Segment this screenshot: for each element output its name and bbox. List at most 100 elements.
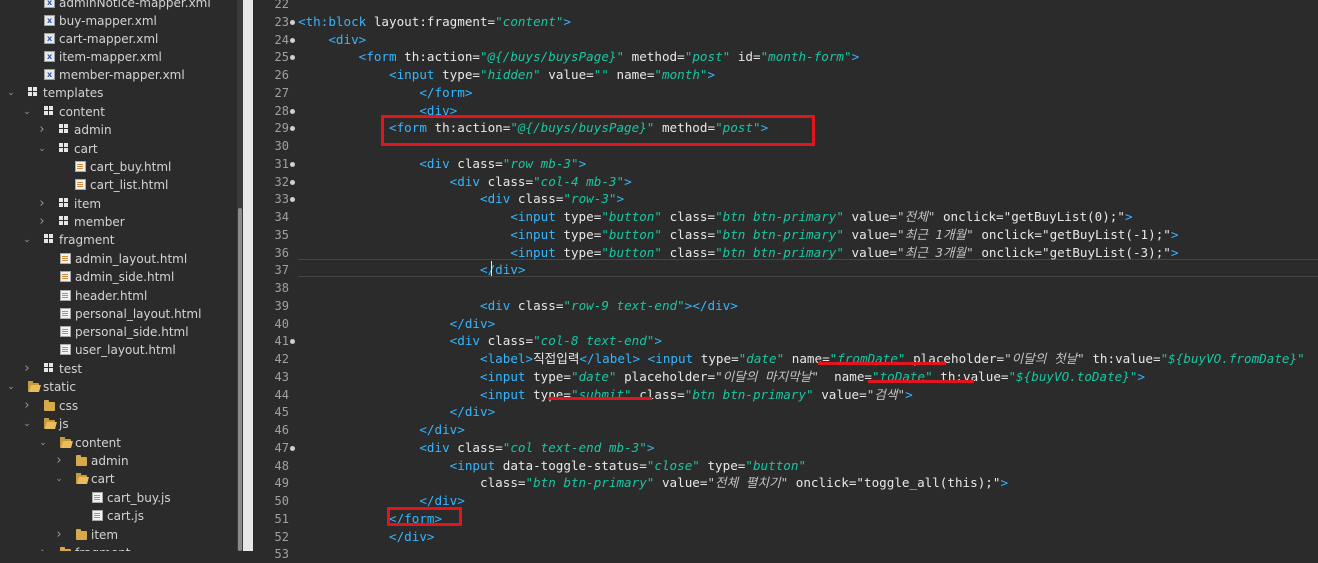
tree-item[interactable]: cart.js [0,507,233,525]
chevron-right-icon[interactable]: › [22,397,32,415]
chevron-down-icon[interactable]: ⌄ [22,231,32,249]
code-token: th:action= [404,49,480,64]
tree-item[interactable]: ⌄ templates [0,84,233,102]
tree-item[interactable]: ⌄ fragment [0,231,233,249]
line-number: 52 [274,530,289,544]
fold-marker-icon[interactable] [290,339,295,344]
tree-item[interactable]: cart_buy.js [0,489,233,507]
tree-item[interactable]: adminNotice-mapper.xml [0,0,233,12]
code-line[interactable]: <input type="submit" class="btn btn-prim… [298,386,913,404]
tree-item[interactable]: › admin [0,121,233,139]
code-line[interactable]: <input type="button" class="btn btn-prim… [298,208,1132,226]
tree-item[interactable]: cart-mapper.xml [0,30,233,48]
code-line[interactable]: </div> [298,403,496,421]
fold-marker-icon[interactable] [290,38,295,43]
scrollbar-thumb[interactable] [238,208,242,551]
code-token: "close" [646,458,700,473]
tree-item-label: templates [43,86,104,100]
code-token: data-toggle-status= [502,458,647,473]
fold-marker-icon[interactable] [290,55,295,60]
chevron-right-icon[interactable]: › [37,195,47,213]
chevron-down-icon[interactable]: ⌄ [6,84,16,102]
fold-marker-icon[interactable] [290,20,295,25]
chevron-right-icon[interactable]: › [37,121,47,139]
code-line[interactable]: <input type="button" class="btn btn-prim… [298,244,1178,262]
tree-item[interactable]: › fragment [0,544,233,551]
code-token: "getBuyList(0);" [1003,209,1125,224]
code-line[interactable]: <div> [298,31,366,49]
chevron-right-icon[interactable]: › [54,452,64,470]
line-number: 28 [274,104,289,118]
tree-item[interactable]: user_layout.html [0,341,233,359]
tree-item[interactable]: › item [0,195,233,213]
fold-marker-icon[interactable] [290,180,295,185]
chevron-right-icon[interactable]: › [38,544,48,551]
tree-item[interactable]: › css [0,397,233,415]
tree-item[interactable]: personal_side.html [0,323,233,341]
tree-item[interactable]: admin_layout.html [0,250,233,268]
tree-item[interactable]: admin_side.html [0,268,233,286]
chevron-down-icon[interactable]: ⌄ [37,140,47,158]
tree-item[interactable]: › member [0,213,233,231]
tree-item[interactable]: ⌄ content [0,103,233,121]
code-line[interactable]: <input type="hidden" value="" name="mont… [298,66,715,84]
chevron-down-icon[interactable]: ⌄ [6,378,16,396]
code-line[interactable]: <th:block layout:fragment="content"> [298,13,571,31]
code-line[interactable]: </div> [298,315,496,333]
chevron-down-icon[interactable]: ⌄ [38,434,48,452]
fold-marker-icon[interactable] [290,126,295,131]
tree-item-label: cart_list.html [90,178,169,192]
code-line[interactable]: </div> [298,421,465,439]
chevron-down-icon[interactable]: ⌄ [22,103,32,121]
tree-item[interactable]: ⌄ cart [0,470,233,488]
chevron-down-icon[interactable]: ⌄ [22,415,32,433]
tree-item[interactable]: buy-mapper.xml [0,12,233,30]
chevron-down-icon[interactable]: ⌄ [54,470,64,488]
code-line[interactable]: <div class="col-8 text-end"> [298,332,662,350]
code-line[interactable]: <div class="row-3"> [298,190,624,208]
code-line[interactable]: <input data-toggle-status="close" type="… [298,457,806,475]
fold-marker-icon[interactable] [290,446,295,451]
fold-marker-icon[interactable] [290,197,295,202]
code-line[interactable]: <label>직접입력</label> <input type="date" n… [298,350,1305,368]
code-line[interactable]: <div class="col text-end mb-3"> [298,439,654,457]
fold-marker-icon[interactable] [290,109,295,114]
tree-item[interactable]: ⌄ content [0,434,233,452]
tree-item[interactable]: ⌄ js [0,415,233,433]
tree-item[interactable]: cart_buy.html [0,158,233,176]
code-line[interactable]: <form th:action="@{/buys/buysPage}" meth… [298,48,860,66]
code-line[interactable]: </div> [298,528,435,546]
code-line[interactable]: class="btn btn-primary" value="전체 펼치기" o… [298,474,1008,492]
chevron-right-icon[interactable]: › [37,213,47,231]
code-line[interactable]: <div class="row mb-3"> [298,155,586,173]
tree-item[interactable]: cart_list.html [0,176,233,194]
fold-marker-icon[interactable] [290,162,295,167]
chevron-right-icon[interactable]: › [54,526,64,544]
panel-divider[interactable] [243,0,253,551]
code-token: type= [699,458,746,473]
tree-item[interactable]: ⌄ cart [0,140,233,158]
code-token: "month-form" [760,49,852,64]
tree-item[interactable]: › admin [0,452,233,470]
code-line[interactable]: </form> [298,84,472,102]
tree-item[interactable]: ⌄ static [0,378,233,396]
code-line[interactable]: <input type="date" placeholder="이달의 마지막날… [298,368,1145,386]
tree-item[interactable]: › test [0,360,233,378]
code-token: "row mb-3" [502,156,579,171]
chevron-right-icon[interactable]: › [22,360,32,378]
tree-item[interactable]: › item [0,526,233,544]
code-line[interactable]: <div class="row-9 text-end"></div> [298,297,738,315]
tree-item[interactable]: header.html [0,287,233,305]
tree-item-label: fragment [75,544,131,551]
package-icon [59,124,70,135]
tree-item[interactable]: member-mapper.xml [0,66,233,84]
tree-item[interactable]: personal_layout.html [0,305,233,323]
code-editor[interactable]: <th:block layout:fragment="content"> <di… [298,0,1318,551]
code-line[interactable]: <input type="button" class="btn btn-prim… [298,226,1178,244]
code-line[interactable]: <div class="col-4 mb-3"> [298,173,632,191]
code-token: <div [479,191,518,206]
tree-item[interactable]: item-mapper.xml [0,48,233,66]
